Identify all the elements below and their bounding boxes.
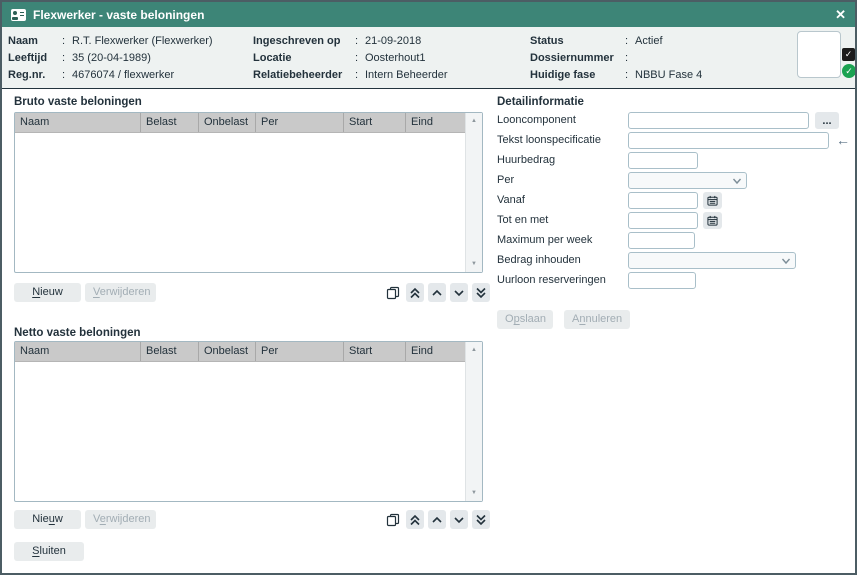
- netto-verwijderen-button[interactable]: Verwijderen: [85, 510, 156, 529]
- info-row-regnr: Reg.nr. : 4676074 / flexwerker: [8, 67, 213, 84]
- bedrag-inhouden-select[interactable]: [628, 252, 796, 269]
- scroll-down-icon[interactable]: ▼: [466, 490, 482, 496]
- bruto-table-header: Naam Belast Onbelast Per Start Eind: [15, 113, 465, 133]
- calendar-icon: [707, 215, 718, 226]
- column-header-onbelast: Onbelast: [199, 342, 256, 361]
- column-header-naam: Naam: [15, 342, 141, 361]
- netto-table-header: Naam Belast Onbelast Per Start Eind: [15, 342, 465, 362]
- info-row-dossiernummer: Dossiernummer :: [530, 50, 702, 67]
- column-header-belast: Belast: [141, 113, 199, 132]
- column-header-start: Start: [344, 113, 406, 132]
- move-down-icon[interactable]: [450, 510, 468, 529]
- netto-table-scrollbar[interactable]: ▲ ▼: [465, 342, 482, 501]
- bruto-nieuw-button[interactable]: Nieuw: [14, 283, 81, 302]
- column-header-eind: Eind: [406, 342, 465, 361]
- checked-checkbox-icon[interactable]: ✓: [842, 48, 855, 61]
- label-maximum-per-week: Maximum per week: [497, 232, 592, 249]
- scroll-up-icon[interactable]: ▲: [466, 347, 482, 353]
- move-down-icon[interactable]: [450, 283, 468, 302]
- column-header-naam: Naam: [15, 113, 141, 132]
- maximum-per-week-input[interactable]: [628, 232, 695, 249]
- calendar-icon: [707, 195, 718, 206]
- looncomponent-lookup-button[interactable]: ...: [815, 112, 839, 129]
- info-row-leeftijd: Leeftijd : 35 (20-04-1989): [8, 50, 213, 67]
- opslaan-button[interactable]: Opslaan: [497, 310, 553, 329]
- info-row-status: Status : Actief: [530, 33, 702, 50]
- netto-table[interactable]: Naam Belast Onbelast Per Start Eind ▲ ▼: [14, 341, 483, 502]
- move-top-icon[interactable]: [406, 510, 424, 529]
- column-header-onbelast: Onbelast: [199, 113, 256, 132]
- contact-card-icon: [11, 9, 26, 21]
- bruto-section-title: Bruto vaste beloningen: [14, 96, 142, 108]
- info-column-2: Ingeschreven op : 21-09-2018 Locatie : O…: [253, 33, 448, 84]
- info-column-3: Status : Actief Dossiernummer : Huidige …: [530, 33, 702, 84]
- per-select[interactable]: [628, 172, 747, 189]
- info-row-huidige-fase: Huidige fase : NBBU Fase 4: [530, 67, 702, 84]
- bruto-reorder-toolbar: [384, 283, 490, 302]
- uurloon-reserveringen-input[interactable]: [628, 272, 696, 289]
- copy-icon[interactable]: [384, 510, 402, 529]
- status-ok-icon: ✓: [842, 64, 856, 78]
- column-header-per: Per: [256, 342, 344, 361]
- sluiten-button[interactable]: Sluiten: [14, 542, 84, 561]
- arrow-left-icon[interactable]: ←: [836, 132, 850, 149]
- bruto-verwijderen-button[interactable]: Verwijderen: [85, 283, 156, 302]
- scroll-down-icon[interactable]: ▼: [466, 261, 482, 267]
- info-row-ingeschreven: Ingeschreven op : 21-09-2018: [253, 33, 448, 50]
- netto-nieuw-button[interactable]: Nieuw: [14, 510, 81, 529]
- ellipsis-icon: ...: [822, 115, 831, 127]
- employee-info-header: Naam : R.T. Flexwerker (Flexwerker) Leef…: [2, 27, 855, 89]
- move-bottom-icon[interactable]: [472, 283, 490, 302]
- netto-reorder-toolbar: [384, 510, 490, 529]
- close-icon[interactable]: ✕: [835, 8, 846, 21]
- move-bottom-icon[interactable]: [472, 510, 490, 529]
- move-top-icon[interactable]: [406, 283, 424, 302]
- move-up-icon[interactable]: [428, 510, 446, 529]
- looncomponent-input[interactable]: [628, 112, 809, 129]
- label-uurloon-reserveringen: Uurloon reserveringen: [497, 272, 606, 289]
- label-vanaf: Vanaf: [497, 192, 525, 209]
- tot-en-met-calendar-button[interactable]: [703, 212, 722, 229]
- netto-section-title: Netto vaste beloningen: [14, 327, 141, 339]
- vanaf-input[interactable]: [628, 192, 698, 209]
- tekst-loonspecificatie-input[interactable]: [628, 132, 829, 149]
- scroll-up-icon[interactable]: ▲: [466, 118, 482, 124]
- photo-placeholder: [797, 31, 841, 78]
- tot-en-met-input[interactable]: [628, 212, 698, 229]
- bruto-table[interactable]: Naam Belast Onbelast Per Start Eind ▲ ▼: [14, 112, 483, 273]
- vanaf-calendar-button[interactable]: [703, 192, 722, 209]
- chevron-down-icon: [732, 177, 742, 185]
- info-row-relatiebeheerder: Relatiebeheerder : Intern Beheerder: [253, 67, 448, 84]
- annuleren-button[interactable]: Annuleren: [564, 310, 630, 329]
- bruto-table-scrollbar[interactable]: ▲ ▼: [465, 113, 482, 272]
- huurbedrag-input[interactable]: [628, 152, 698, 169]
- label-tekst-loonspecificatie: Tekst loonspecificatie: [497, 132, 601, 149]
- info-row-naam: Naam : R.T. Flexwerker (Flexwerker): [8, 33, 213, 50]
- title-bar: Flexwerker - vaste beloningen ✕: [2, 2, 855, 27]
- chevron-down-icon: [781, 257, 791, 265]
- info-row-locatie: Locatie : Oosterhout1: [253, 50, 448, 67]
- column-header-eind: Eind: [406, 113, 465, 132]
- move-up-icon[interactable]: [428, 283, 446, 302]
- dialog-flexwerker-vaste-beloningen: Flexwerker - vaste beloningen ✕ Naam : R…: [0, 0, 857, 575]
- detail-section-title: Detailinformatie: [497, 96, 584, 108]
- label-huurbedrag: Huurbedrag: [497, 152, 555, 169]
- label-tot-en-met: Tot en met: [497, 212, 548, 229]
- column-header-belast: Belast: [141, 342, 199, 361]
- label-per: Per: [497, 172, 514, 189]
- column-header-start: Start: [344, 342, 406, 361]
- column-header-per: Per: [256, 113, 344, 132]
- label-bedrag-inhouden: Bedrag inhouden: [497, 252, 581, 269]
- window-title: Flexwerker - vaste beloningen: [33, 8, 204, 22]
- label-looncomponent: Looncomponent: [497, 112, 576, 129]
- info-column-1: Naam : R.T. Flexwerker (Flexwerker) Leef…: [8, 33, 213, 84]
- copy-icon[interactable]: [384, 283, 402, 302]
